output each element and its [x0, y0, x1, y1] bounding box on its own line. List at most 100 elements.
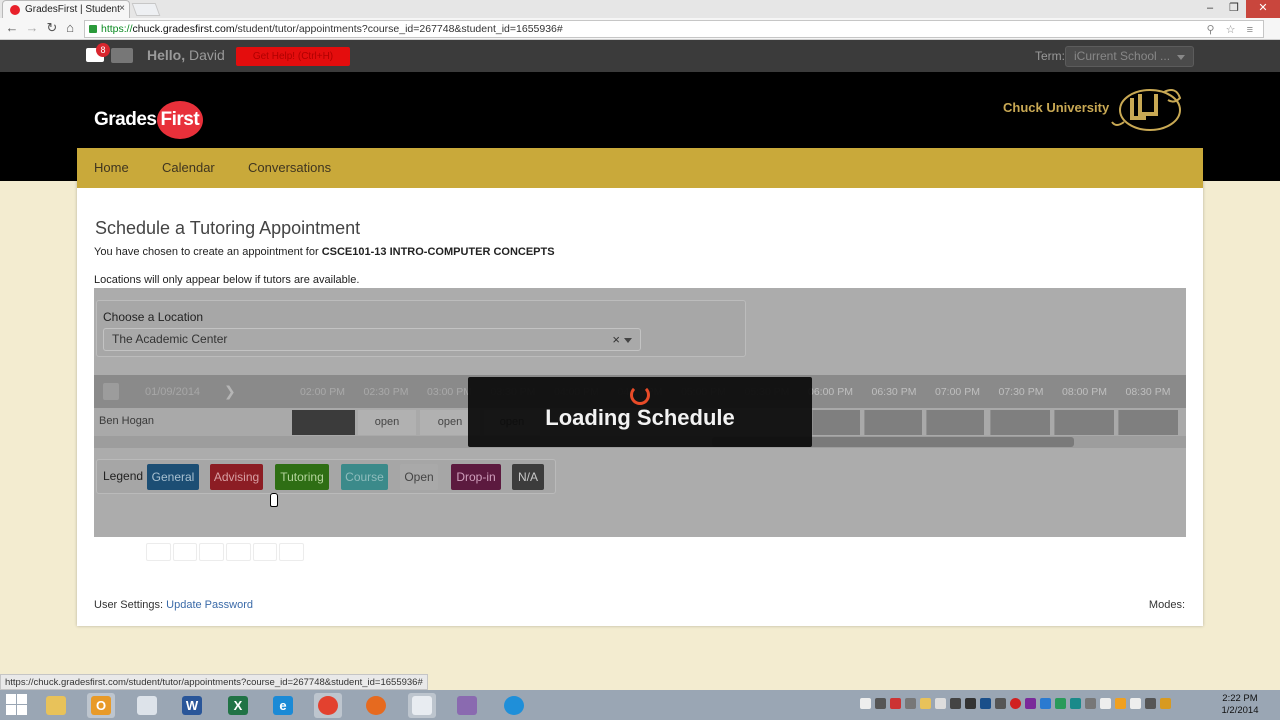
outlook-icon[interactable]: O	[87, 693, 115, 718]
term-label: Term:	[1035, 49, 1065, 63]
loading-spinner-icon	[630, 385, 650, 405]
bluetooth-icon[interactable]	[980, 698, 991, 709]
nav-calendar[interactable]: Calendar	[162, 160, 215, 175]
chrome-icon[interactable]	[314, 693, 342, 718]
tutor-name: Ben Hogan	[99, 415, 155, 427]
new-tab-button[interactable]	[131, 3, 161, 16]
greeting-hello: Hello,	[147, 47, 186, 63]
get-help-button[interactable]: Get Help! (Ctrl+H)	[236, 47, 350, 66]
file-explorer-icon[interactable]	[42, 693, 70, 718]
chat-icon[interactable]	[500, 693, 528, 718]
nav-home[interactable]: Home	[94, 160, 129, 175]
loading-text: Loading Schedule	[545, 405, 735, 430]
system-tray	[860, 698, 1171, 709]
time-header: 07:30 PM	[998, 386, 1044, 398]
tray-icon[interactable]	[890, 698, 901, 709]
tray-icon[interactable]	[875, 698, 886, 709]
video-icon[interactable]	[111, 48, 133, 63]
tray-icon[interactable]	[1085, 698, 1096, 709]
term-value: iCurrent School ...	[1074, 49, 1171, 63]
tray-icon[interactable]	[1070, 698, 1081, 709]
location-select[interactable]: The Academic Center ×	[103, 328, 641, 351]
tray-icon[interactable]	[1055, 698, 1066, 709]
time-slot	[864, 410, 922, 435]
tray-icon[interactable]	[905, 698, 916, 709]
flag-icon[interactable]	[1130, 698, 1141, 709]
internet-explorer-icon[interactable]: e	[269, 693, 297, 718]
legend-course: Course	[341, 464, 388, 490]
volume-icon[interactable]	[1145, 698, 1156, 709]
modes-label: Modes:	[1148, 599, 1185, 611]
tray-icon[interactable]	[1100, 698, 1111, 709]
excel-icon[interactable]: X	[224, 693, 252, 718]
tray-icon[interactable]	[1010, 698, 1021, 709]
windows-start-icon[interactable]	[6, 694, 28, 716]
taskbar-clock[interactable]: 2:22 PM 1/2/2014	[1220, 693, 1260, 717]
gradesfirst-logo[interactable]: Grades First	[94, 101, 204, 139]
tray-icon[interactable]	[1025, 698, 1036, 709]
legend-general: General	[147, 464, 199, 490]
tray-icon[interactable]	[950, 698, 961, 709]
greeting: Hello, David	[147, 47, 225, 63]
tray-icon[interactable]	[1115, 698, 1126, 709]
window-app-icon[interactable]	[408, 693, 436, 718]
restore-icon[interactable]: ❐	[1222, 0, 1246, 18]
tab-title: GradesFirst | Student	[25, 4, 120, 15]
forward-icon[interactable]: →	[24, 20, 40, 36]
time-header: 08:00 PM	[1062, 386, 1107, 398]
url-path: /student/tutor/appointments?course_id=26…	[234, 23, 563, 35]
wifi-icon[interactable]	[995, 698, 1006, 709]
mail-count-badge: 8	[96, 43, 110, 57]
window-controls: – ❐ ✕	[1198, 0, 1280, 18]
legend-advising: Advising	[210, 464, 263, 490]
reload-icon[interactable]: ↻	[44, 20, 60, 36]
tray-icon[interactable]	[920, 698, 931, 709]
tray-icon[interactable]	[965, 698, 976, 709]
calendar-icon[interactable]	[103, 383, 119, 400]
logo-grades: Grades	[94, 109, 157, 130]
tray-icon[interactable]	[1040, 698, 1051, 709]
user-settings: User Settings: Update Password	[94, 599, 253, 611]
time-slot	[990, 410, 1050, 435]
tab-close-icon[interactable]: ×	[119, 3, 125, 14]
minimize-icon[interactable]: –	[1198, 0, 1222, 18]
greeting-user: David	[189, 47, 225, 63]
time-slot	[926, 410, 984, 435]
legend-n-a: N/A	[512, 464, 544, 490]
time-header: 02:30 PM	[363, 386, 409, 398]
tray-icon[interactable]	[860, 698, 871, 709]
term-select[interactable]: iCurrent School ...	[1065, 46, 1194, 67]
tray-icon[interactable]	[1160, 698, 1171, 709]
course-intro-text: You have chosen to create an appointment…	[94, 246, 322, 258]
course-intro: You have chosen to create an appointment…	[94, 246, 555, 258]
browser-tab[interactable]: GradesFirst | Student ×	[2, 0, 130, 18]
user-settings-label: User Settings:	[94, 599, 164, 611]
back-icon[interactable]: ←	[4, 20, 20, 36]
home-icon[interactable]: ⌂	[62, 20, 78, 36]
gradesfirst-favicon-icon	[10, 5, 20, 15]
next-day-icon[interactable]: ❯	[224, 383, 236, 400]
clear-location-icon[interactable]: ×	[612, 329, 620, 350]
location-value: The Academic Center	[112, 332, 228, 346]
location-note: Locations will only appear below if tuto…	[94, 274, 360, 286]
tray-icon[interactable]	[935, 698, 946, 709]
word-icon[interactable]: W	[178, 693, 206, 718]
schedule-date: 01/09/2014	[145, 386, 201, 398]
bookmark-star-icon[interactable]: ⚲ ☆ ≡	[1207, 22, 1257, 38]
update-password-link[interactable]: Update Password	[166, 599, 253, 611]
document-icon[interactable]	[133, 693, 161, 718]
url-input[interactable]: https://chuck.gradesfirst.com/student/tu…	[84, 20, 1264, 38]
firefox-icon[interactable]	[362, 693, 390, 718]
legend-drop-in: Drop-in	[451, 464, 501, 490]
nav-conversations[interactable]: Conversations	[248, 160, 331, 175]
time-slot-open[interactable]: open	[358, 410, 416, 435]
time-header: 06:30 PM	[871, 386, 917, 398]
chevron-down-icon	[624, 338, 632, 343]
mouse-cursor-icon	[270, 493, 278, 507]
legend-label: Legend	[103, 469, 144, 483]
faded-controls	[146, 543, 305, 561]
window-close-icon[interactable]: ✕	[1246, 0, 1280, 18]
app-icon[interactable]	[453, 693, 481, 718]
clock-time: 2:22 PM	[1222, 693, 1258, 704]
lock-icon	[89, 25, 97, 33]
